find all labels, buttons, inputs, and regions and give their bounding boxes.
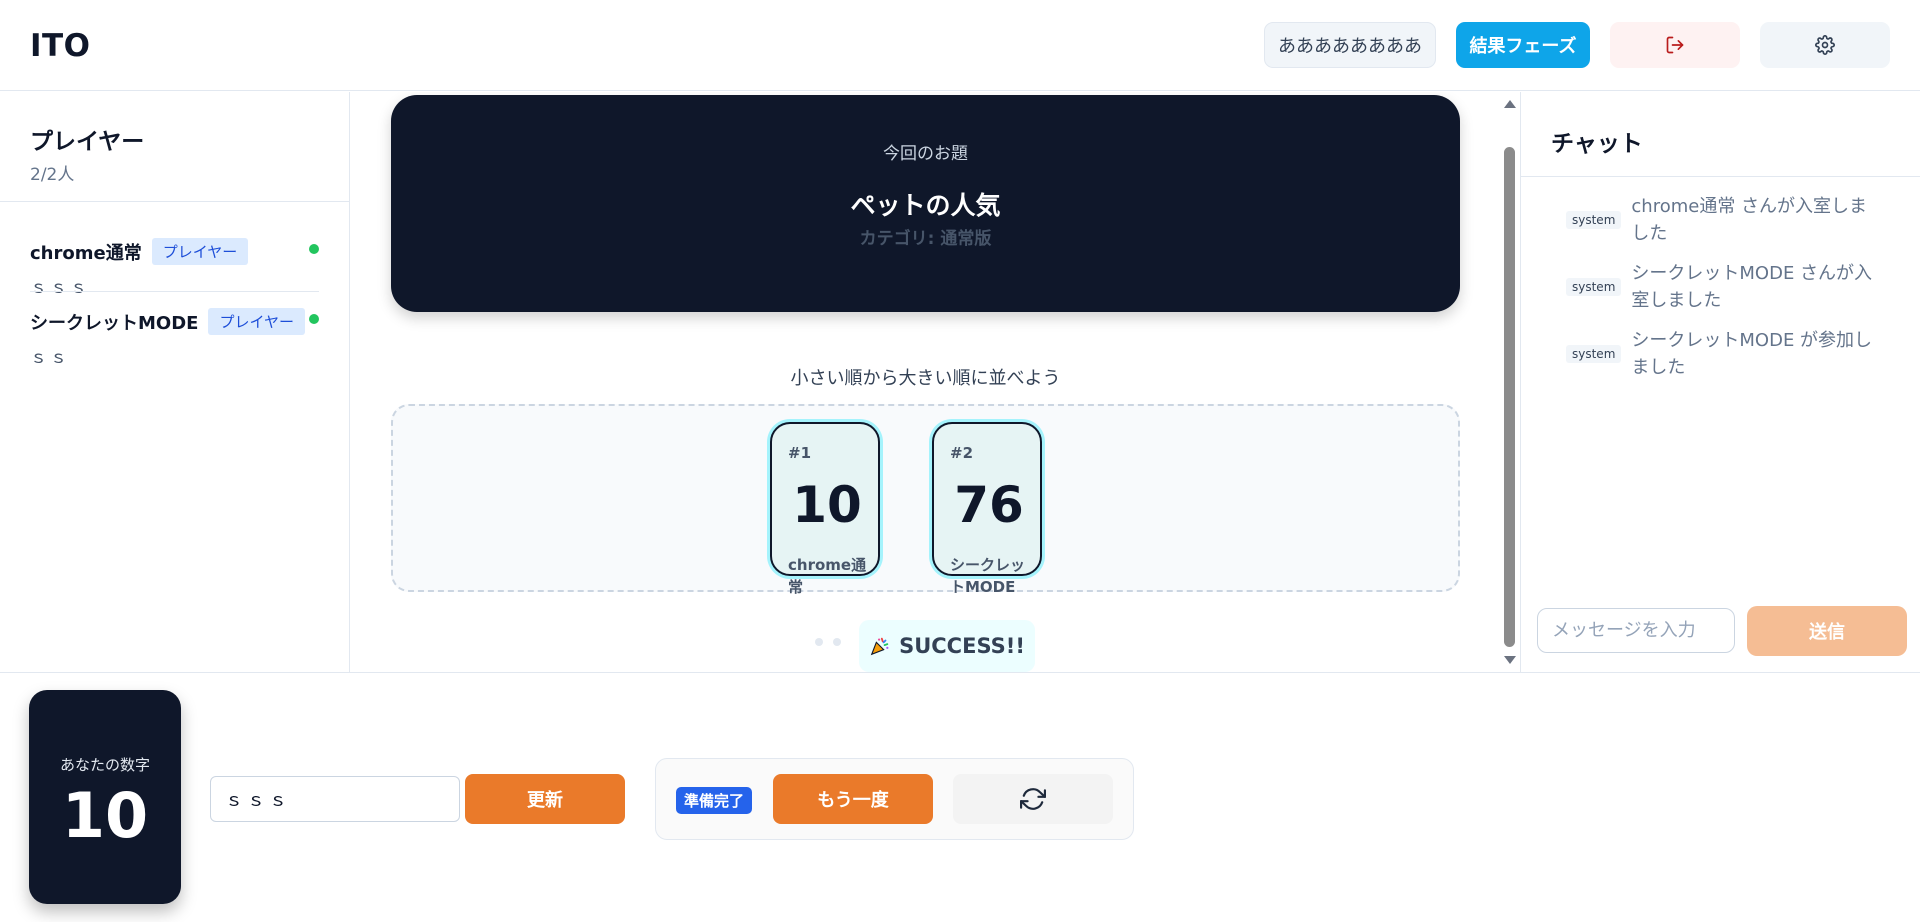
game-board: 今回のお題 ペットの人気 カテゴリ: 通常版 小さい順から大きい順に並べよう #…	[351, 92, 1519, 672]
message-text: chrome通常 さんが入室しました	[1631, 196, 1868, 244]
card-index: #1	[788, 444, 812, 462]
card-number: 76	[954, 476, 1024, 534]
party-popper-icon	[869, 635, 891, 657]
scroll-up-arrow-icon[interactable]	[1504, 100, 1516, 108]
board-scrollbar[interactable]	[1500, 92, 1519, 672]
player-controls: あなたの数字 10 更新 準備完了 もう一度	[0, 672, 1920, 922]
players-title: プレイヤー	[30, 129, 145, 155]
player-item[interactable]: シークレットMODE プレイヤー ｓｓ	[30, 291, 319, 368]
chat-message: system シークレットMODE さんが入室しました	[1566, 260, 1920, 314]
pagination-dot	[833, 638, 841, 646]
logout-icon	[1665, 35, 1685, 55]
my-number-card: あなたの数字 10	[29, 690, 181, 904]
ready-status-badge: 準備完了	[676, 787, 753, 814]
my-number-label: あなたの数字	[59, 756, 150, 774]
message-sender-tag: system	[1566, 278, 1622, 296]
message-text: シークレットMODE が参加しました	[1631, 330, 1873, 378]
exit-room-button[interactable]	[1610, 22, 1740, 68]
result-text: SUCCESS!!	[899, 634, 1025, 658]
player-name: シークレットMODE	[30, 312, 199, 334]
number-card[interactable]: #1 10 chrome通常	[770, 422, 880, 596]
app-header: ITO ああああああああ 結果フェーズ	[0, 0, 1920, 91]
card-index: #2	[950, 444, 974, 462]
hint-input[interactable]	[210, 776, 460, 822]
scroll-down-arrow-icon[interactable]	[1504, 656, 1516, 664]
topic-category: カテゴリ: 通常版	[859, 229, 992, 249]
chat-message: system シークレットMODE が参加しました	[1566, 327, 1920, 381]
topic-card: 今回のお題 ペットの人気 カテゴリ: 通常版	[391, 95, 1460, 312]
player-list: chrome通常 プレイヤー ｓｓｓ シークレットMODE プレイヤー ｓｓ	[0, 202, 349, 368]
phase-button[interactable]: 結果フェーズ	[1456, 22, 1590, 68]
message-sender-tag: system	[1566, 345, 1622, 363]
card-drop-zone[interactable]	[391, 404, 1460, 592]
online-status-dot	[309, 244, 319, 254]
message-sender-tag: system	[1566, 211, 1622, 229]
sort-instruction: 小さい順から大きい順に並べよう	[790, 368, 1061, 389]
chat-message-input[interactable]	[1537, 608, 1735, 653]
my-number: 10	[61, 779, 149, 852]
message-text: シークレットMODE さんが入室しました	[1631, 263, 1873, 311]
settings-button[interactable]	[1760, 22, 1890, 68]
player-name: chrome通常	[30, 242, 142, 264]
chat-message: system chrome通常 さんが入室しました	[1566, 193, 1920, 247]
pagination-dots	[815, 638, 841, 646]
send-button[interactable]: 送信	[1747, 606, 1907, 656]
play-again-button[interactable]: もう一度	[773, 774, 933, 824]
update-hint-button[interactable]: 更新	[465, 774, 625, 824]
topic-title: ペットの人気	[850, 191, 1001, 220]
app-logo: ITO	[30, 28, 91, 64]
card-player-name: chrome通常	[788, 556, 867, 596]
chat-message-list: system chrome通常 さんが入室しました system シークレットM…	[1521, 177, 1920, 381]
pagination-dot	[815, 638, 823, 646]
scrollbar-thumb[interactable]	[1504, 147, 1515, 647]
player-hint: ｓｓ	[30, 348, 70, 368]
player-item[interactable]: chrome通常 プレイヤー ｓｓｓ	[30, 202, 319, 298]
players-panel-header: プレイヤー 2/2人	[0, 92, 349, 202]
players-panel: プレイヤー 2/2人 chrome通常 プレイヤー ｓｓｓ シークレットMODE…	[0, 92, 350, 672]
gear-icon	[1815, 35, 1835, 55]
player-role-badge: プレイヤー	[151, 238, 249, 265]
player-role-badge: プレイヤー	[208, 308, 306, 335]
card-number: 10	[792, 476, 862, 534]
online-status-dot	[309, 314, 319, 324]
players-count: 2/2人	[30, 165, 75, 185]
action-panel: 準備完了 もう一度	[655, 758, 1134, 840]
number-card[interactable]: #2 76 シークレットMODE	[932, 422, 1042, 596]
card-player-name: シークレットMODE	[950, 556, 1026, 596]
chat-panel: チャット system chrome通常 さんが入室しました system シー…	[1520, 92, 1920, 672]
result-banner: SUCCESS!!	[859, 620, 1035, 672]
topic-label: 今回のお題	[883, 144, 968, 164]
room-name-button[interactable]: ああああああああ	[1264, 22, 1436, 68]
refresh-button[interactable]	[953, 774, 1113, 824]
refresh-icon	[1020, 786, 1046, 812]
chat-title: チャット	[1521, 92, 1920, 177]
